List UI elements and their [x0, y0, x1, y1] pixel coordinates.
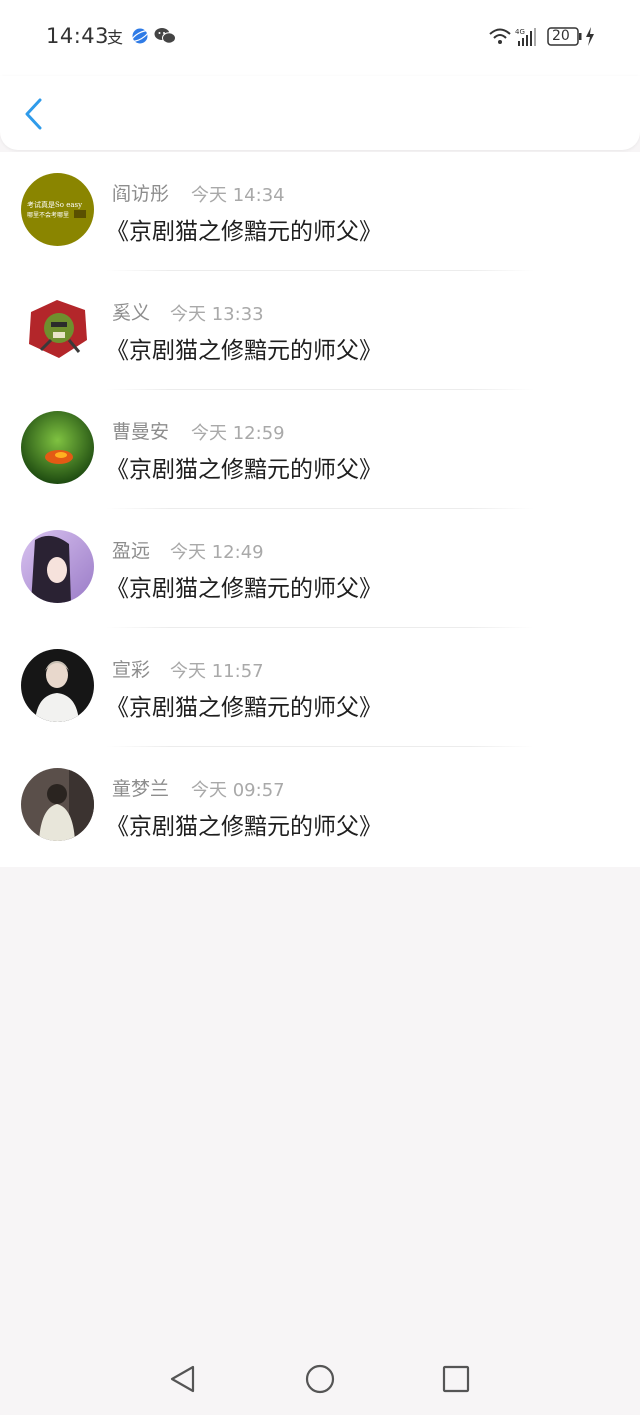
status-indicators: 4G 20 — [488, 25, 600, 51]
nav-home-button[interactable] — [304, 1363, 336, 1395]
message-title: 《京剧猫之修黯元的师父》 — [106, 814, 382, 840]
message-list: 考试真是So easy 哪里不会考哪里 阎访彤 今天 14:34 《京剧猫之修黯… — [0, 152, 640, 867]
user-name: 宣彩 — [112, 659, 151, 681]
nav-recents-button[interactable] — [440, 1363, 472, 1395]
home-circle-icon — [305, 1364, 335, 1394]
timestamp: 今天 09:57 — [191, 780, 285, 801]
back-triangle-icon — [170, 1365, 195, 1393]
header — [0, 76, 640, 150]
user-name: 阎访彤 — [112, 183, 170, 205]
avatar[interactable] — [21, 411, 94, 484]
user-name: 盈远 — [112, 540, 151, 562]
status-bar: 14:43 支 4G 20 — [0, 0, 640, 76]
avatar[interactable] — [21, 530, 94, 603]
browser-icon — [131, 27, 149, 49]
avatar[interactable] — [21, 649, 94, 722]
timestamp: 今天 13:33 — [170, 304, 264, 325]
battery-level: 20 — [552, 28, 570, 44]
svg-text:支: 支 — [107, 28, 123, 47]
timestamp: 今天 11:57 — [170, 661, 264, 682]
user-name: 曹曼安 — [112, 421, 170, 443]
chevron-left-icon — [25, 98, 42, 130]
message-title: 《京剧猫之修黯元的师父》 — [106, 695, 382, 721]
avatar-caption-line2: 哪里不会考哪里 — [27, 211, 69, 219]
timestamp: 今天 12:49 — [170, 542, 264, 563]
avatar-caption-line1: 考试真是So easy — [27, 200, 82, 209]
list-item[interactable]: 盈远 今天 12:49 《京剧猫之修黯元的师父》 — [0, 509, 640, 628]
wechat-icon — [154, 27, 176, 49]
user-name: 童梦兰 — [112, 778, 170, 800]
avatar[interactable] — [21, 292, 94, 365]
list-item[interactable]: 考试真是So easy 哪里不会考哪里 阎访彤 今天 14:34 《京剧猫之修黯… — [0, 152, 640, 271]
message-title: 《京剧猫之修黯元的师父》 — [106, 576, 382, 602]
message-title: 《京剧猫之修黯元的师父》 — [106, 457, 382, 483]
back-button[interactable] — [18, 94, 52, 134]
user-name: 奚义 — [112, 302, 151, 324]
list-item[interactable]: 童梦兰 今天 09:57 《京剧猫之修黯元的师父》 — [0, 747, 640, 866]
system-nav-bar — [0, 1343, 640, 1415]
message-title: 《京剧猫之修黯元的师父》 — [106, 338, 382, 364]
nav-back-button[interactable] — [167, 1363, 199, 1395]
recents-square-icon — [442, 1365, 470, 1393]
message-title: 《京剧猫之修黯元的师父》 — [106, 219, 382, 245]
signal-battery-icons: 4G — [489, 27, 594, 46]
avatar[interactable] — [21, 768, 94, 841]
svg-text:4G: 4G — [515, 28, 525, 36]
list-item[interactable]: 宣彩 今天 11:57 《京剧猫之修黯元的师父》 — [0, 628, 640, 747]
list-item[interactable]: 曹曼安 今天 12:59 《京剧猫之修黯元的师父》 — [0, 390, 640, 509]
timestamp: 今天 14:34 — [191, 185, 285, 206]
avatar[interactable]: 考试真是So easy 哪里不会考哪里 — [21, 173, 94, 246]
list-item[interactable]: 奚义 今天 13:33 《京剧猫之修黯元的师父》 — [0, 271, 640, 390]
timestamp: 今天 12:59 — [191, 423, 285, 444]
alipay-icon: 支 — [106, 27, 126, 51]
status-time: 14:43 — [46, 24, 110, 48]
